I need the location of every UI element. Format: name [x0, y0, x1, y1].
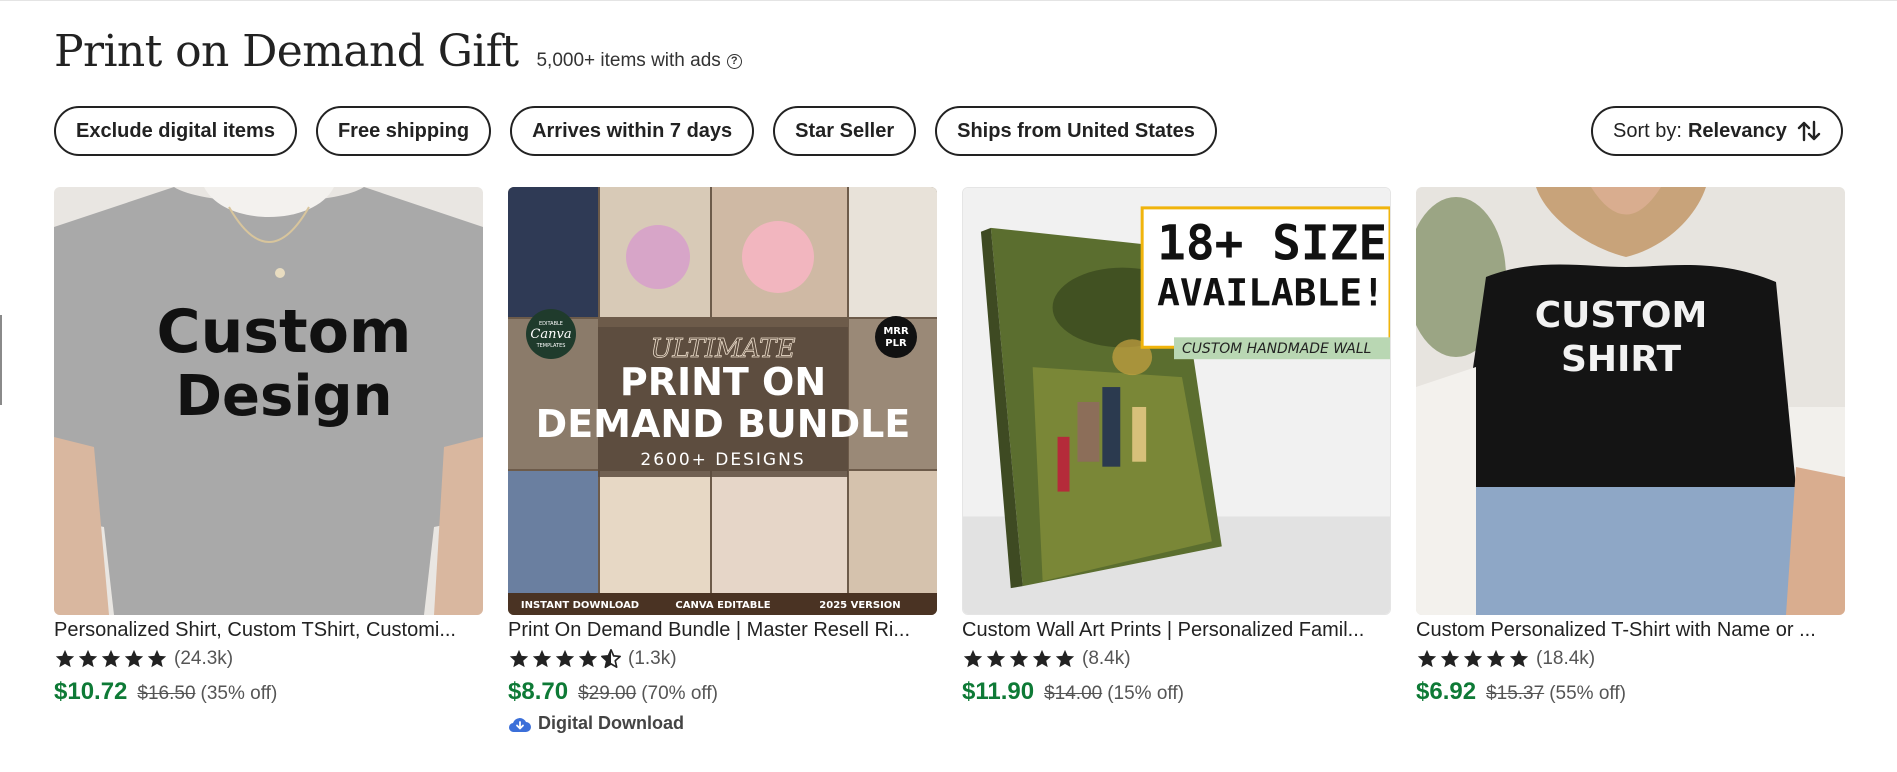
image-text-design: Design	[176, 364, 393, 429]
top-divider	[0, 0, 1897, 1]
sort-value: Relevancy	[1687, 119, 1787, 142]
product-image[interactable]: Custom Design	[54, 187, 483, 615]
star-icon	[147, 649, 167, 668]
black-tshirt-image: CUSTOM SHIRT	[1416, 187, 1845, 615]
product-title[interactable]: Print On Demand Bundle | Master Resell R…	[508, 619, 937, 642]
star-icon	[1032, 649, 1052, 668]
canva-logo: Canva	[530, 327, 571, 342]
digital-download-badge: Digital Download	[508, 713, 684, 734]
product-rating: (1.3k)	[508, 648, 677, 670]
half-star-icon	[601, 649, 621, 669]
discount: (35% off)	[200, 683, 278, 704]
filter-free-shipping[interactable]: Free shipping	[315, 106, 492, 156]
image-text-custom: CUSTOM	[1535, 295, 1708, 336]
product-rating: (8.4k)	[962, 648, 1131, 670]
product-title[interactable]: Personalized Shirt, Custom TShirt, Custo…	[54, 619, 483, 642]
review-count: (8.4k)	[1082, 648, 1131, 669]
wall-art-canvas-image: 18+ SIZES AVAILABLE! CUSTOM HANDMADE WAL…	[963, 188, 1390, 614]
star-icon	[1009, 649, 1029, 668]
product-rating: (24.3k)	[54, 648, 233, 670]
sale-price: $11.90	[962, 678, 1035, 705]
star-icon	[555, 649, 575, 668]
designs-count-text: 2600+ DESIGNS	[640, 450, 805, 470]
star-rating	[962, 648, 1077, 670]
discount: (70% off)	[641, 683, 718, 704]
sale-price: $6.92	[1416, 678, 1477, 705]
product-image[interactable]: EDITABLE Canva TEMPLATES MRR PLR ULTIMAT…	[508, 187, 937, 615]
footer-version: 2025 VERSION	[819, 600, 900, 611]
filter-ships-from-us[interactable]: Ships from United States	[935, 106, 1217, 156]
available-text: AVAILABLE!	[1157, 270, 1385, 314]
review-count: (24.3k)	[174, 648, 234, 669]
price-row: $11.90 $14.00 (15% off)	[962, 678, 1184, 706]
review-count: (1.3k)	[628, 648, 677, 669]
footer-canva: CANVA EDITABLE	[675, 600, 770, 611]
gray-tshirt-image: Custom Design	[54, 187, 483, 615]
print-on-text: PRINT ON	[620, 360, 826, 404]
star-icon	[1417, 649, 1437, 668]
star-rating	[54, 648, 169, 670]
star-icon	[986, 649, 1006, 668]
original-price: $16.50	[137, 683, 196, 704]
sale-price: $10.72	[54, 678, 128, 705]
star-icon	[963, 649, 983, 668]
review-count: (18.4k)	[1536, 648, 1596, 669]
image-text-custom: Custom	[157, 297, 412, 367]
product-rating: (18.4k)	[1416, 648, 1595, 670]
star-rating	[508, 648, 623, 670]
star-icon	[1486, 649, 1506, 668]
original-price: $14.00	[1044, 683, 1103, 704]
star-icon	[532, 649, 552, 668]
mrr-text: MRR	[883, 326, 909, 337]
product-image[interactable]: CUSTOM SHIRT	[1416, 187, 1845, 615]
bundle-collage-image: EDITABLE Canva TEMPLATES MRR PLR ULTIMAT…	[508, 187, 937, 615]
image-text-shirt: SHIRT	[1561, 339, 1682, 380]
filter-arrives-7-days[interactable]: Arrives within 7 days	[510, 106, 755, 156]
price-row: $6.92 $15.37 (55% off)	[1416, 678, 1626, 706]
discount: (55% off)	[1549, 683, 1626, 704]
filter-bar: Exclude digital items Free shipping Arri…	[54, 106, 1217, 156]
price-row: $10.72 $16.50 (35% off)	[54, 678, 277, 706]
left-edge-scroll-hint	[0, 315, 2, 405]
star-icon	[124, 649, 144, 668]
star-icon	[1509, 649, 1529, 668]
star-icon	[1440, 649, 1460, 668]
star-icon	[101, 649, 121, 668]
canva-bottom: TEMPLATES	[536, 343, 566, 349]
sale-price: $8.70	[508, 678, 569, 705]
sort-button[interactable]: Sort by: Relevancy	[1591, 106, 1843, 156]
original-price: $15.37	[1486, 683, 1545, 704]
product-title[interactable]: Custom Wall Art Prints | Personalized Fa…	[962, 619, 1391, 642]
sort-prefix: Sort by:	[1613, 119, 1682, 142]
product-title[interactable]: Custom Personalized T-Shirt with Name or…	[1416, 619, 1845, 642]
filter-exclude-digital[interactable]: Exclude digital items	[54, 106, 297, 156]
results-count-text: 5,000+ items with ads	[536, 50, 721, 71]
results-header: Print on Demand Gift 5,000+ items with a…	[54, 26, 742, 77]
star-icon	[509, 649, 529, 668]
handmade-tag-text: CUSTOM HANDMADE WALL	[1182, 341, 1371, 357]
star-icon	[78, 649, 98, 668]
plr-text: PLR	[885, 338, 907, 349]
filter-star-seller[interactable]: Star Seller	[773, 106, 917, 156]
cloud-download-icon	[508, 717, 531, 732]
help-icon[interactable]: ?	[726, 53, 742, 69]
footer-instant: INSTANT DOWNLOAD	[521, 600, 639, 611]
star-icon	[55, 649, 75, 668]
star-icon	[1055, 649, 1075, 668]
sort-arrows-icon	[1797, 120, 1821, 142]
original-price: $29.00	[578, 683, 637, 704]
demand-bundle-text: DEMAND BUNDLE	[536, 402, 911, 446]
price-row: $8.70 $29.00 (70% off)	[508, 678, 718, 706]
star-icon	[578, 649, 598, 668]
page-title: Print on Demand Gift	[54, 26, 519, 77]
star-icon	[1463, 649, 1483, 668]
results-count: 5,000+ items with ads ?	[536, 50, 742, 72]
discount: (15% off)	[1107, 683, 1184, 704]
star-rating	[1416, 648, 1531, 670]
sizes-text: 18+ SIZES	[1157, 217, 1390, 272]
product-image[interactable]: 18+ SIZES AVAILABLE! CUSTOM HANDMADE WAL…	[962, 187, 1391, 615]
digital-download-label: Digital Download	[538, 713, 684, 733]
